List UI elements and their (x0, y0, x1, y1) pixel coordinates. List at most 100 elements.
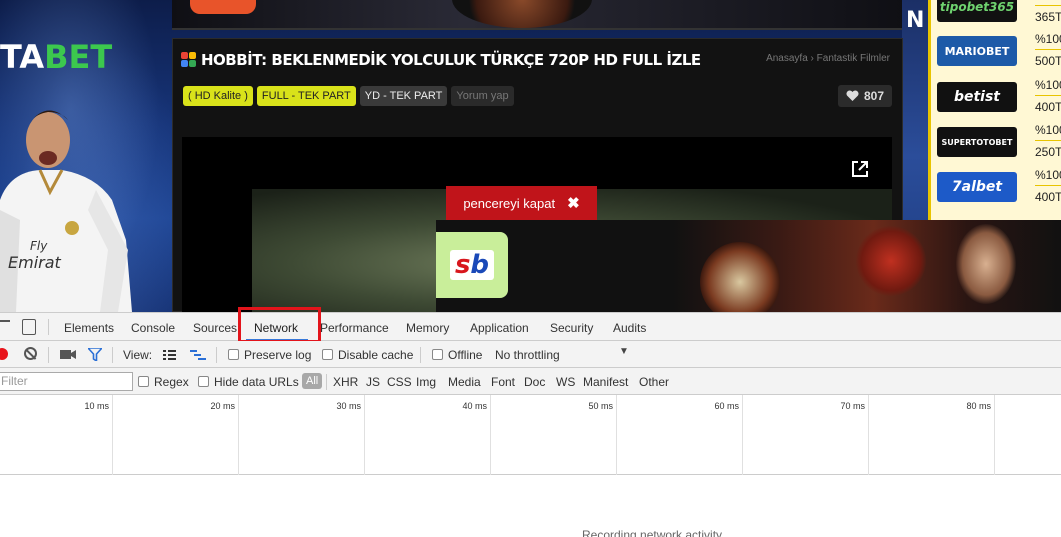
close-popup-button[interactable]: pencereyi kapat ✖ (446, 186, 597, 220)
throttling-select[interactable]: No throttling (495, 348, 560, 362)
bookmaker-amount: 400T (1035, 100, 1061, 114)
divider (48, 347, 49, 363)
bookmaker-sidebar: tipobet365 365T MARIOBET %100 500T betis… (928, 0, 1061, 220)
timeline-tick-label: 80 ms (966, 401, 991, 411)
preserve-log-label: Preserve log (244, 348, 312, 362)
title-row: HOBBİT: BEKLENMEDİK YOLCULUK TÜRKÇE 720P… (181, 51, 701, 69)
disable-cache-checkbox[interactable]: Disable cache (322, 348, 413, 362)
type-filter-all[interactable]: All (302, 373, 323, 389)
movie-title: HOBBİT: BEKLENMEDİK YOLCULUK TÜRKÇE 720P… (201, 51, 701, 69)
filter-icon[interactable] (88, 348, 102, 361)
sportingbet-badge: sb (436, 232, 508, 298)
checkbox-icon (198, 376, 209, 387)
bookmaker-percent: %100 (1035, 32, 1061, 46)
record-icon[interactable] (0, 348, 8, 360)
heart-icon (846, 90, 859, 101)
bookmaker-amount: 250T (1035, 145, 1061, 159)
divider (1035, 5, 1061, 6)
type-filter-doc[interactable]: Doc (524, 375, 545, 389)
filter-input[interactable]: Filter (0, 372, 133, 391)
checkbox-icon (138, 376, 149, 387)
banner-roulette (452, 0, 592, 28)
type-filter-xhr[interactable]: XHR (333, 375, 358, 389)
tag-full-part[interactable]: FULL - TEK PART (256, 86, 356, 106)
type-filter-img[interactable]: Img (416, 375, 436, 389)
large-rows-icon[interactable] (163, 350, 176, 360)
bookmaker-logo: tipobet365 (937, 0, 1017, 22)
screen: TABET Fly Emirat N HOBBİT: BEKLENMEDİK Y… (0, 0, 1061, 537)
type-filter-font[interactable]: Font (491, 375, 515, 389)
recording-message: Recording network activity... (582, 528, 732, 537)
person-image (956, 224, 1016, 304)
tab-console[interactable]: Console (131, 321, 175, 335)
device-toolbar-icon[interactable] (22, 319, 36, 335)
inspect-icon[interactable] (0, 320, 10, 334)
offline-checkbox[interactable]: Offline (432, 348, 482, 362)
svg-text:Fly: Fly (30, 239, 48, 253)
tag-hd-quality[interactable]: ( HD Kalite ) (183, 86, 253, 106)
logo-text-green: BET (44, 38, 113, 76)
timeline-overview[interactable]: 10 ms 20 ms 30 ms 40 ms 50 ms 60 ms 70 m… (0, 395, 1061, 475)
divider (326, 374, 327, 390)
camera-icon[interactable] (60, 349, 76, 360)
player-image: Fly Emirat (0, 110, 132, 312)
view-label: View: (123, 348, 153, 362)
tab-memory[interactable]: Memory (406, 321, 449, 335)
type-filter-manifest[interactable]: Manifest (583, 375, 628, 389)
divider (420, 347, 421, 363)
hide-data-urls-checkbox[interactable]: Hide data URLs (198, 375, 299, 389)
checkbox-icon (322, 349, 333, 360)
popup-ad-banner[interactable]: sb (436, 220, 1061, 312)
google-icon (181, 52, 197, 68)
tab-audits[interactable]: Audits (613, 321, 646, 335)
bookmaker-logo: 7albet (937, 172, 1017, 202)
tab-performance[interactable]: Performance (320, 321, 389, 335)
tab-elements[interactable]: Elements (64, 321, 114, 335)
waterfall-icon[interactable] (190, 350, 206, 360)
bookmaker-row[interactable]: 7albet %100 400T (931, 166, 1061, 210)
timeline-tick-label: 70 ms (840, 401, 865, 411)
network-tab-highlight (238, 307, 321, 343)
top-banner-ad[interactable] (172, 0, 905, 30)
site-logo[interactable]: TABET (0, 38, 112, 76)
breadcrumb[interactable]: Anasayfa › Fantastik Filmler (766, 53, 890, 64)
bookmaker-row[interactable]: SUPERTOTOBET %100 250T (931, 121, 1061, 165)
bookmaker-row[interactable]: MARIOBET %100 500T (931, 30, 1061, 74)
tab-application[interactable]: Application (470, 321, 529, 335)
type-filter-media[interactable]: Media (448, 375, 481, 389)
clear-icon[interactable] (24, 347, 37, 360)
regex-checkbox[interactable]: Regex (138, 375, 189, 389)
filter-bar: Filter Regex Hide data URLs All XHR JS C… (0, 368, 1061, 395)
timeline-gridline (994, 395, 995, 475)
bookmaker-logo: MARIOBET (937, 36, 1017, 66)
timeline-tick-label: 60 ms (714, 401, 739, 411)
divider (1035, 140, 1061, 141)
divider (1035, 185, 1061, 186)
close-popup-label: pencereyi kapat (463, 195, 556, 211)
tab-security[interactable]: Security (550, 321, 593, 335)
divider (1035, 49, 1061, 50)
timeline-tick-label: 40 ms (462, 401, 487, 411)
type-filter-js[interactable]: JS (366, 375, 380, 389)
logo-text-white: TA (0, 38, 45, 76)
checkbox-icon (432, 349, 443, 360)
bookmaker-percent: %100 (1035, 123, 1061, 137)
timeline-gridline (364, 395, 365, 475)
type-filter-ws[interactable]: WS (556, 375, 575, 389)
preserve-log-checkbox[interactable]: Preserve log (228, 348, 311, 362)
tag-yd-part[interactable]: YD - TEK PART (359, 86, 448, 106)
expand-icon[interactable] (850, 159, 870, 179)
tab-sources[interactable]: Sources (193, 321, 237, 335)
timeline-tick-label: 50 ms (588, 401, 613, 411)
right-letter: N (906, 8, 925, 33)
bookmaker-row[interactable]: betist %100 400T (931, 76, 1061, 120)
type-filter-other[interactable]: Other (639, 375, 669, 389)
timeline-gridline (238, 395, 239, 475)
roulette-image (700, 242, 780, 312)
like-button[interactable]: 807 (837, 85, 892, 107)
bookmaker-row[interactable]: tipobet365 365T (931, 0, 1061, 30)
type-filter-css[interactable]: CSS (387, 375, 412, 389)
comment-button[interactable]: Yorum yap (451, 86, 514, 106)
timeline-tick-label: 10 ms (84, 401, 109, 411)
chevron-down-icon[interactable]: ▼ (619, 346, 629, 357)
